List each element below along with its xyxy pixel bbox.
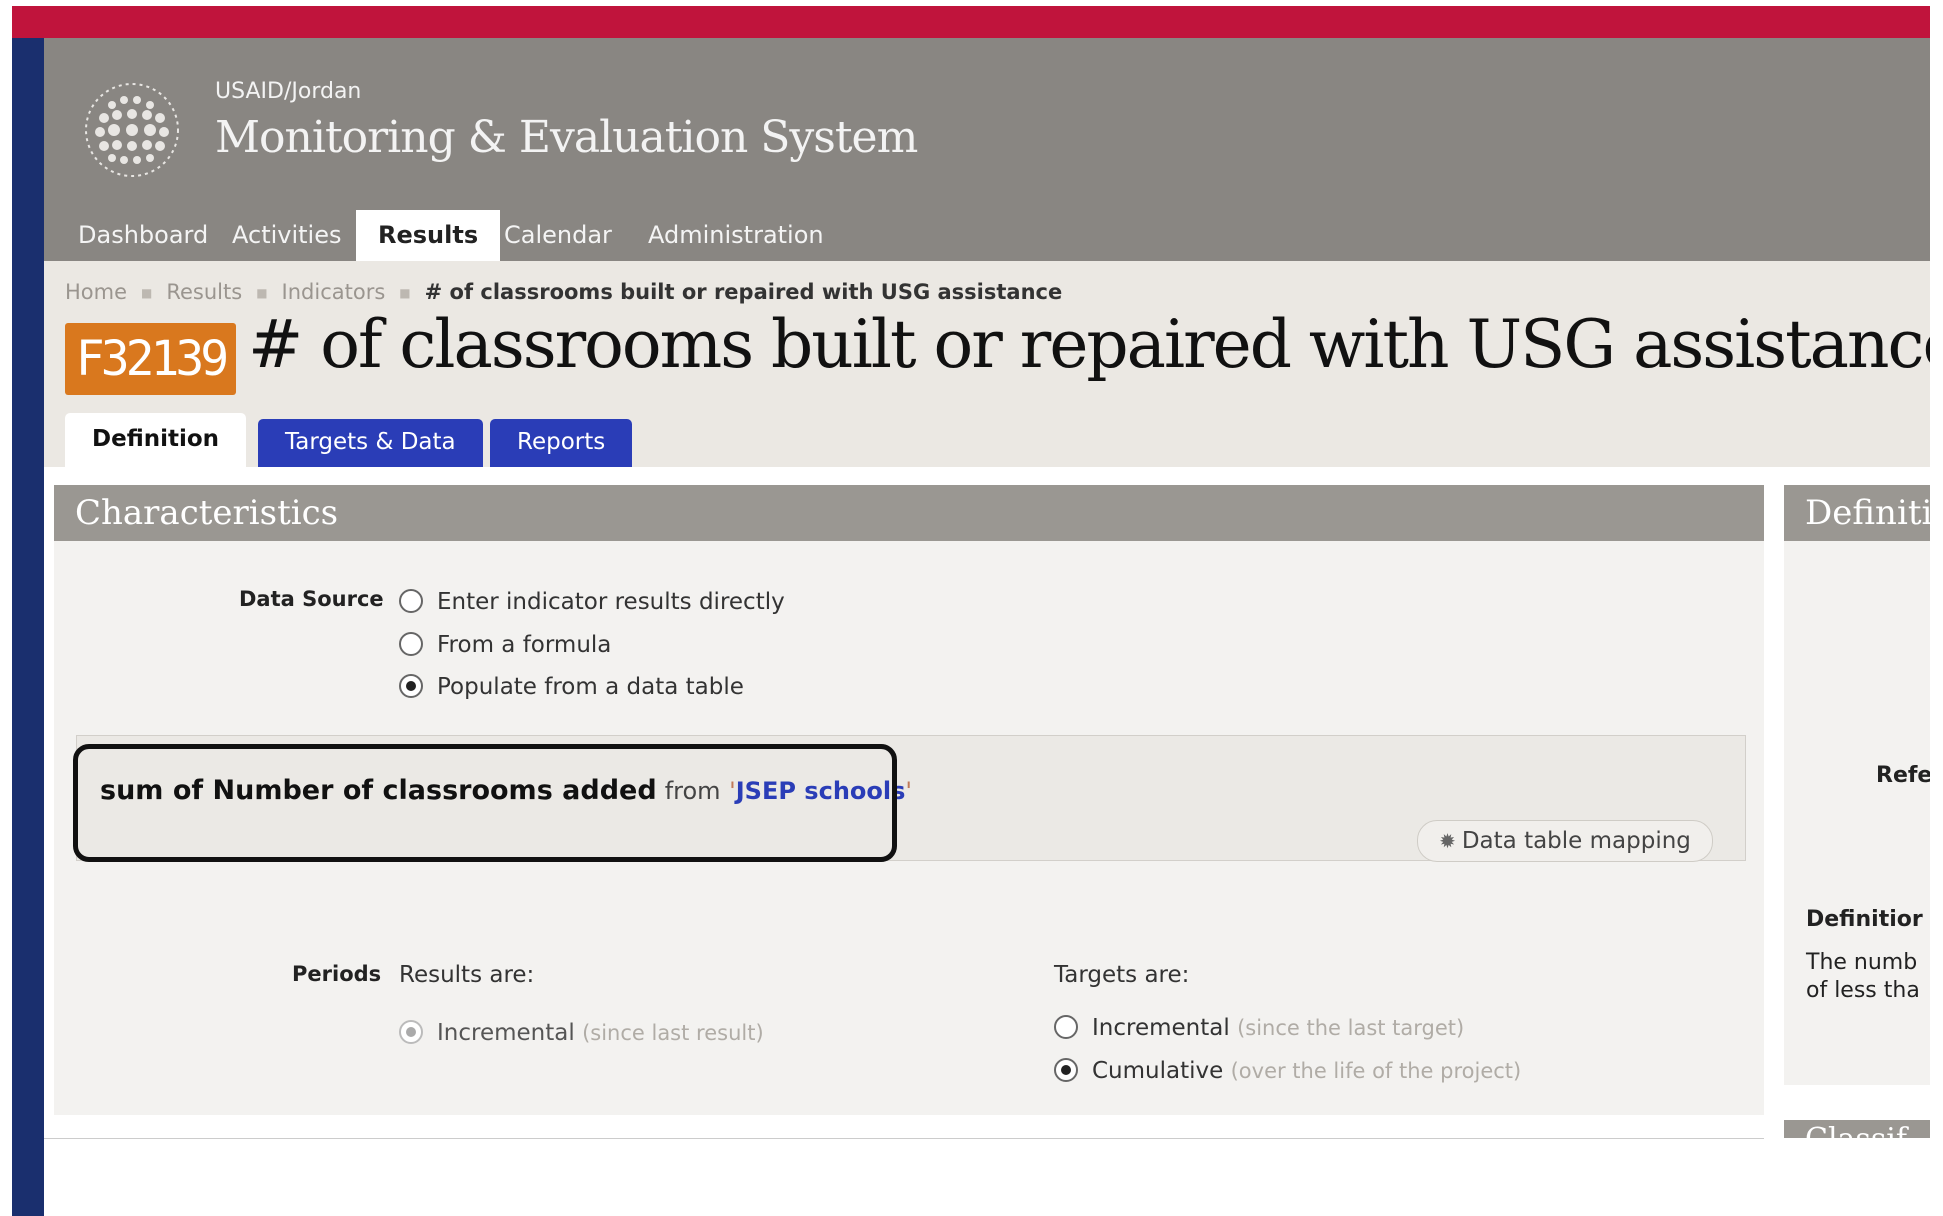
mapping-summary: sum of Number of classrooms added from 'J…	[100, 775, 912, 806]
org-name: USAID/Jordan	[215, 79, 362, 104]
tab-definition[interactable]: Definition	[65, 413, 247, 467]
page: USAID/Jordan Monitoring & Evaluation Sys…	[44, 38, 1930, 1138]
breadcrumb: Home ■ Results ■ Indicators ■ # of classrooms …	[65, 280, 1062, 304]
classification-panel-heading: Classif	[1784, 1120, 1930, 1138]
mapping-from-text: from	[664, 777, 721, 805]
nav-activities[interactable]: Activities	[210, 210, 364, 261]
results-incremental-label: Incremental	[437, 1020, 575, 1046]
radio-disabled-icon	[399, 1019, 423, 1044]
data-table-link[interactable]: JSEP schools	[736, 777, 906, 805]
definition-text-line1: The numb	[1806, 950, 1918, 975]
globe-logo-icon	[85, 83, 179, 177]
page-title: # of classrooms built or repaired with U…	[248, 306, 1930, 383]
left-brand-bar	[12, 38, 44, 1216]
data-source-label: Data Source	[239, 587, 384, 611]
data-source-datatable-label: Populate from a data table	[437, 674, 744, 700]
nav-calendar[interactable]: Calendar	[482, 210, 634, 261]
definition-label: Definitior	[1806, 907, 1923, 932]
results-incremental-hint: (since last result)	[582, 1021, 764, 1045]
definition-panel: Definiti Refe Definitior The numb of les…	[1784, 485, 1930, 1085]
radio-checked-icon	[399, 673, 423, 698]
breadcrumb-separator-icon: ■	[399, 286, 411, 300]
tab-targets-data[interactable]: Targets & Data	[258, 419, 483, 467]
targets-cumulative-hint: (over the life of the project)	[1230, 1059, 1522, 1083]
classification-heading: Classif	[1784, 1120, 1930, 1138]
targets-incremental-hint: (since the last target)	[1237, 1016, 1465, 1040]
targets-incremental-radio[interactable]: Incremental (since the last target)	[1054, 1014, 1465, 1041]
quote-close: '	[905, 777, 912, 805]
reference-label: Refe	[1876, 763, 1930, 788]
breadcrumb-separator-icon: ■	[141, 286, 153, 300]
characteristics-heading: Characteristics	[54, 485, 1764, 541]
breadcrumb-results[interactable]: Results	[166, 280, 242, 304]
nav-administration[interactable]: Administration	[626, 210, 846, 261]
data-source-formula-label: From a formula	[437, 632, 612, 658]
breadcrumb-indicators[interactable]: Indicators	[282, 280, 386, 304]
data-source-direct-radio[interactable]: Enter indicator results directly	[399, 588, 785, 615]
radio-icon	[399, 631, 423, 656]
main-nav: Dashboard Activities Results Calendar Ad…	[44, 210, 1930, 261]
section-divider	[44, 1138, 1764, 1139]
data-table-mapping-button[interactable]: ✹ Data table mapping	[1417, 820, 1713, 862]
targets-cumulative-radio[interactable]: Cumulative (over the life of the project…	[1054, 1057, 1522, 1084]
targets-incremental-label: Incremental	[1092, 1015, 1230, 1041]
results-are-label: Results are:	[399, 962, 535, 988]
radio-checked-icon	[1054, 1057, 1078, 1082]
breadcrumb-separator-icon: ■	[256, 286, 268, 300]
radio-icon	[1054, 1014, 1078, 1039]
data-source-formula-radio[interactable]: From a formula	[399, 631, 612, 658]
data-table-mapping-label: Data table mapping	[1461, 828, 1691, 854]
indicator-code-badge: F32139	[65, 323, 236, 395]
breadcrumb-home[interactable]: Home	[65, 280, 127, 304]
quote-open: '	[729, 777, 736, 805]
periods-label: Periods	[292, 962, 382, 986]
definition-text-line2: of less tha	[1806, 978, 1920, 1003]
targets-are-label: Targets are:	[1054, 962, 1190, 988]
targets-cumulative-label: Cumulative	[1092, 1058, 1224, 1084]
nav-dashboard[interactable]: Dashboard	[56, 210, 230, 261]
top-brand-bar	[12, 6, 1930, 38]
definition-panel-heading: Definiti	[1784, 485, 1930, 541]
results-incremental-radio: Incremental (since last result)	[399, 1019, 764, 1046]
system-name: Monitoring & Evaluation System	[215, 112, 918, 163]
site-header: USAID/Jordan Monitoring & Evaluation Sys…	[44, 38, 1930, 261]
data-source-direct-label: Enter indicator results directly	[437, 589, 785, 615]
gear-icon: ✹	[1439, 829, 1456, 853]
tab-reports[interactable]: Reports	[490, 419, 633, 467]
data-source-datatable-radio[interactable]: Populate from a data table	[399, 673, 744, 700]
breadcrumb-current: # of classrooms built or repaired with U…	[424, 280, 1063, 304]
mapping-sum-text: sum of Number of classrooms added	[100, 775, 657, 806]
nav-results[interactable]: Results	[356, 210, 501, 261]
radio-icon	[399, 588, 423, 613]
